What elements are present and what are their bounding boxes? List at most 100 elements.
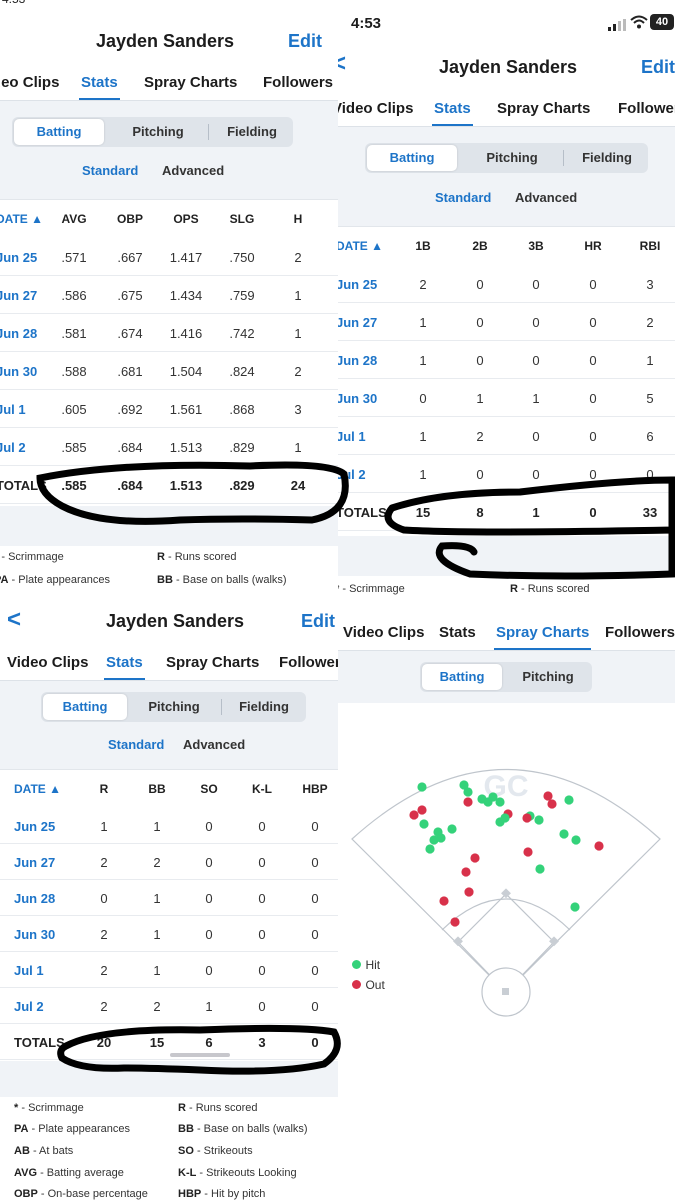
stat-cell: 2	[476, 429, 484, 444]
column-header[interactable]: SLG	[217, 212, 267, 226]
table-row: Jul 1 2 1 0 0 0	[0, 952, 338, 988]
stat-cell: .571	[61, 250, 87, 265]
stat-cell: 0	[258, 855, 266, 870]
segment-pitching[interactable]: Pitching	[508, 664, 588, 690]
stats-standard-panel: 4:53 Jayden Sanders Edit Video Clips Sta…	[0, 0, 338, 600]
stat-cell: .829	[229, 440, 255, 455]
legend-out-label: Out	[365, 978, 385, 992]
spray-chart-panel: Video Clips Stats Spray Charts Followers…	[338, 600, 675, 1200]
game-date-link[interactable]: Jun 30	[0, 364, 56, 379]
game-date-link[interactable]: Jun 30	[338, 391, 396, 406]
stat-cell: .674	[117, 326, 143, 341]
game-date-link[interactable]: Jun 25	[0, 250, 56, 265]
column-header[interactable]: R	[79, 782, 129, 796]
column-header[interactable]: HBP	[290, 782, 338, 796]
table-row: Jun 28 .581 .674 1.416 .742 1	[0, 314, 338, 352]
out-point	[522, 813, 532, 823]
column-header[interactable]: SO	[184, 782, 234, 796]
stat-cell: .586	[61, 288, 87, 303]
segment-batting[interactable]: Batting	[422, 664, 502, 690]
totals-cell: 1	[532, 505, 540, 520]
column-header[interactable]: RBI	[625, 239, 675, 253]
stat-cell: 0	[205, 819, 213, 834]
game-date-link[interactable]: Jul 2	[0, 440, 56, 455]
spray-field: GC	[351, 768, 661, 1017]
legend-bb: BB - Base on balls (walks)	[178, 1123, 308, 1135]
totals-cell: .829	[229, 478, 255, 493]
stat-cell: 0	[589, 277, 597, 292]
legend-r: R - Runs scored	[510, 583, 590, 595]
column-header[interactable]: 1B	[398, 239, 448, 253]
stat-cell: 0	[646, 467, 654, 482]
game-date-link[interactable]: Jun 28	[338, 353, 396, 368]
column-header[interactable]: OBP	[105, 212, 155, 226]
stat-cell: 2	[419, 277, 427, 292]
date-sort-header[interactable]: DATE ▲	[14, 782, 74, 796]
table-row: Jul 2 .585 .684 1.513 .829 1	[0, 428, 338, 466]
game-date-link[interactable]: Jul 1	[14, 963, 74, 978]
game-date-link[interactable]: Jun 25	[338, 277, 396, 292]
tab-followers[interactable]: Followers	[605, 624, 675, 641]
stat-cell: 2	[100, 855, 108, 870]
date-sort-header[interactable]: DATE ▲	[0, 212, 56, 226]
spray-segmented-control: Batting Pitching	[420, 662, 592, 692]
column-header[interactable]: AVG	[49, 212, 99, 226]
stat-cell: 0	[532, 277, 540, 292]
game-date-link[interactable]: Jun 25	[14, 819, 74, 834]
stats-table: DATE ▲ 1B 2B 3B HR RBI Jun 25 2 0 0 0 3 Jun 27 1 0 0 0 2 J…	[338, 0, 675, 600]
stat-cell: 1	[419, 315, 427, 330]
game-date-link[interactable]: Jun 27	[0, 288, 56, 303]
game-date-link[interactable]: Jun 27	[338, 315, 396, 330]
hit-point	[495, 797, 505, 807]
game-date-link[interactable]: Jul 2	[14, 999, 74, 1014]
stat-cell: 0	[589, 391, 597, 406]
out-point	[461, 867, 471, 877]
date-sort-header[interactable]: DATE ▲	[338, 239, 396, 253]
stat-cell: 0	[205, 963, 213, 978]
tab-spray-charts[interactable]: Spray Charts	[493, 624, 592, 650]
game-date-link[interactable]: Jul 1	[338, 429, 396, 444]
totals-row: TOTALS 15 8 1 0 33	[338, 493, 675, 531]
hit-point	[447, 824, 457, 834]
game-date-link[interactable]: Jun 27	[14, 855, 74, 870]
game-date-link[interactable]: Jun 28	[0, 326, 56, 341]
table-row: Jun 30 0 1 1 0 5	[338, 379, 675, 417]
table-footer-gap	[0, 506, 338, 546]
column-header[interactable]: BB	[132, 782, 182, 796]
table-row: Jun 28 1 0 0 0 1	[338, 341, 675, 379]
legend-hit: Hit	[352, 956, 380, 974]
stat-cell: .581	[61, 326, 87, 341]
totals-label: TOTALS	[0, 478, 47, 493]
game-date-link[interactable]: Jul 1	[0, 402, 56, 417]
stat-cell: 1.434	[169, 288, 203, 303]
totals-cell: 1.513	[169, 478, 203, 493]
stat-cell: 1.513	[169, 440, 203, 455]
column-header[interactable]: K-L	[237, 782, 287, 796]
game-date-link[interactable]: Jun 28	[14, 891, 74, 906]
stat-cell: 2	[153, 855, 161, 870]
stat-cell: 1	[476, 391, 484, 406]
column-header[interactable]: OPS	[161, 212, 211, 226]
column-header[interactable]: HR	[568, 239, 618, 253]
tab-video-clips[interactable]: Video Clips	[343, 624, 424, 641]
stat-cell: 0	[476, 353, 484, 368]
stat-cell: 6	[646, 429, 654, 444]
column-header[interactable]: H	[273, 212, 323, 226]
table-row: Jun 25 1 1 0 0 0	[0, 808, 338, 844]
game-date-link[interactable]: Jul 2	[338, 467, 396, 482]
column-header[interactable]: 2B	[455, 239, 505, 253]
totals-label: TOTALS	[14, 1035, 65, 1050]
totals-cell: 0	[311, 1035, 319, 1050]
column-header[interactable]: 3B	[511, 239, 561, 253]
out-point	[409, 810, 419, 820]
totals-cell: .684	[117, 478, 143, 493]
stat-cell: 0	[311, 855, 319, 870]
game-date-link[interactable]: Jun 30	[14, 927, 74, 942]
totals-cell: 0	[589, 505, 597, 520]
table-row: Jun 27 .586 .675 1.434 .759 1	[0, 276, 338, 314]
stat-cell: 0	[532, 353, 540, 368]
tab-stats[interactable]: Stats	[439, 624, 476, 641]
stat-cell: 0	[311, 927, 319, 942]
stat-cell: .605	[61, 402, 87, 417]
stat-cell: 1	[294, 326, 302, 341]
